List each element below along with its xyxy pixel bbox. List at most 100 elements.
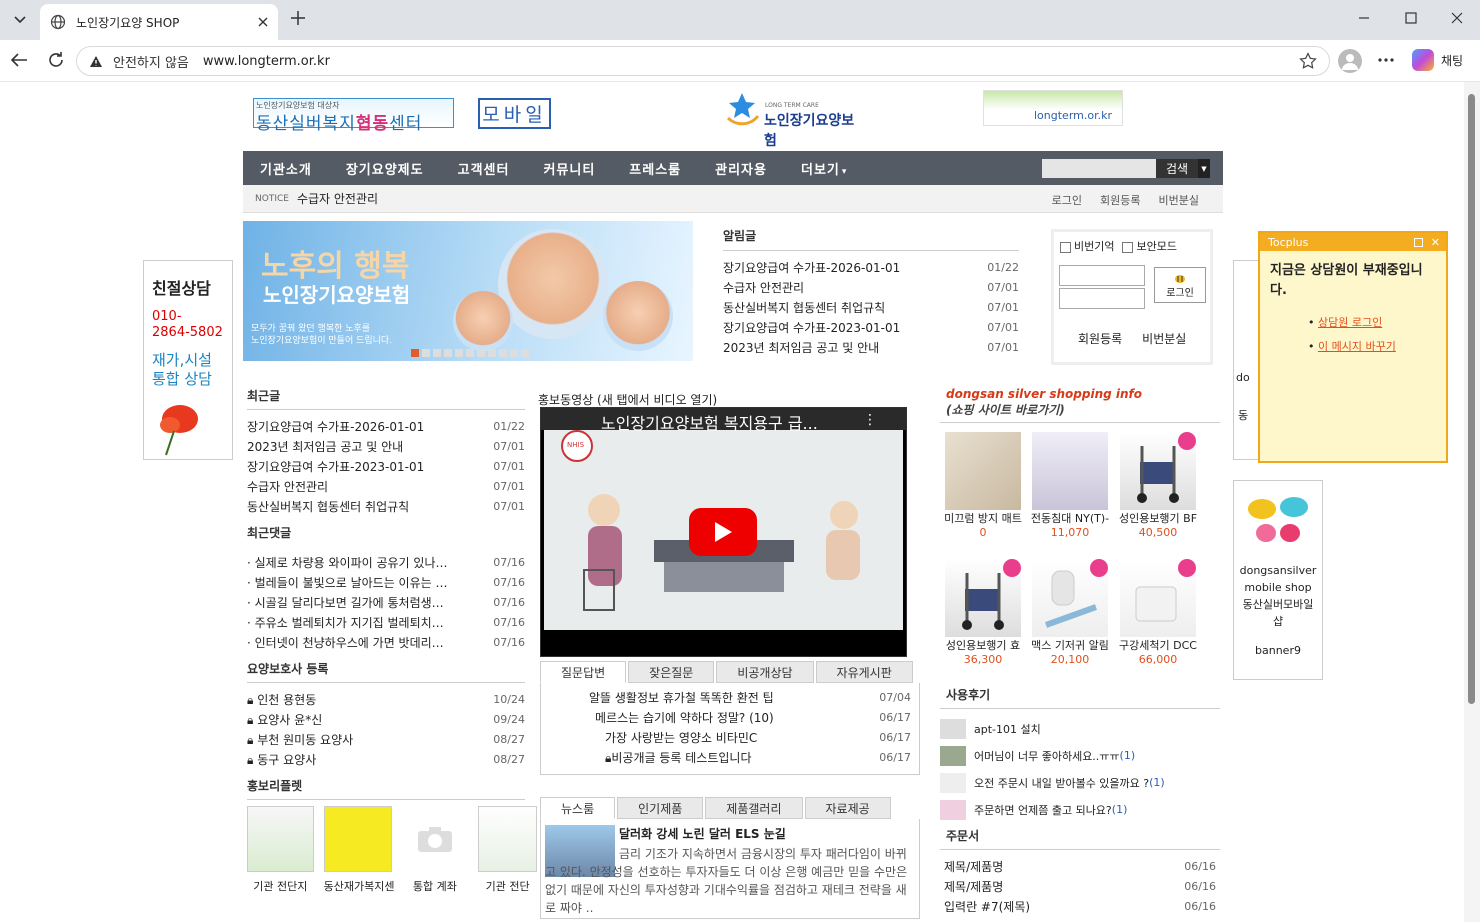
favorite-star-icon[interactable]	[1299, 52, 1317, 70]
maximize-icon[interactable]	[1405, 12, 1417, 24]
list-item[interactable]: • 상담원 로그인	[1308, 311, 1446, 335]
list-item[interactable]: • 이 메시지 바꾸기	[1308, 335, 1446, 359]
list-item[interactable]: 🔒︎ 동구 요양사 08/27	[247, 749, 525, 769]
notice-text[interactable]: 수급자 안전관리	[297, 190, 378, 207]
list-item[interactable]: 수급자 안전관리 07/01	[247, 476, 525, 496]
longterm-banner[interactable]: longterm.or.kr	[983, 90, 1123, 126]
tab-popular[interactable]: 인기제품	[617, 797, 704, 819]
hero-pager[interactable]	[411, 349, 529, 357]
copilot-icon[interactable]	[1412, 49, 1434, 71]
list-item[interactable]: 장기요양급여 수가표-2026-01-01 01/22	[247, 416, 525, 436]
close-tab-icon[interactable]	[258, 17, 268, 27]
mobile-shop-banner[interactable]: dongsansilver mobile shop 동산실버모바일샵 banne…	[1233, 480, 1323, 680]
copilot-chat-label[interactable]: 채팅	[1441, 52, 1463, 69]
profile-avatar-icon[interactable]	[1338, 49, 1362, 73]
search-button[interactable]: 검색	[1156, 159, 1198, 178]
list-item[interactable]: · 인터넷이 천냥하우스에 가면 밧데리… 07/16	[247, 632, 525, 652]
video-title[interactable]: 노인장기요양보험 복지용구 급...	[601, 410, 818, 434]
list-item[interactable]: 입력란 #7(제목) 06/16	[940, 896, 1220, 916]
list-item[interactable]: 🔒︎ 부천 원미동 요양사 08/27	[247, 729, 525, 749]
shop-title[interactable]: dongsan silver shopping info (쇼핑 사이트 바로가…	[940, 387, 1220, 423]
page-scrollbar[interactable]	[1464, 82, 1480, 922]
new-tab-icon[interactable]	[290, 10, 306, 26]
list-item[interactable]: 장기요양급여 수가표-2023-01-01 07/01	[723, 317, 1019, 337]
more-menu-icon[interactable]	[1378, 58, 1394, 62]
list-item[interactable]: 제목/제품명 06/16	[940, 876, 1220, 896]
security-label[interactable]: 안전하지 않음	[113, 52, 189, 71]
signup-link[interactable]: 회원등록	[1078, 330, 1122, 347]
list-item[interactable]: 🔒︎비공개글 등록 테스트입니다 06/17	[549, 747, 911, 767]
nav-item-community[interactable]: 커뮤니티	[526, 159, 612, 178]
remember-checkbox[interactable]: 비번기억	[1060, 238, 1114, 254]
play-icon[interactable]	[689, 508, 757, 556]
center-logo[interactable]: 노인장기요양보험 대상자 동산실버복지협동센터	[253, 98, 454, 134]
tab-list-icon[interactable]	[8, 8, 32, 32]
nav-item-system[interactable]: 장기요양제도	[329, 159, 441, 178]
list-item[interactable]: · 주유소 벌레퇴치가 지기집 벌레퇴치… 07/16	[247, 612, 525, 632]
product-card[interactable]: 맥스 기저귀 알림 20,100	[1028, 559, 1112, 666]
product-card[interactable]: 구강세척기 DCC 66,000	[1116, 559, 1200, 666]
nav-item-admin[interactable]: 관리자용	[698, 159, 784, 178]
nhis-channel-icon[interactable]: NHIS	[561, 430, 593, 462]
mobile-link[interactable]: 모바일	[478, 98, 551, 129]
nav-item-about[interactable]: 기관소개	[243, 159, 329, 178]
list-item[interactable]: apt-101 설치	[940, 715, 1220, 742]
chat-close-icon[interactable]: ✕	[1431, 236, 1440, 249]
browser-tab[interactable]: 노인장기요양 SHOP	[40, 4, 278, 40]
list-item[interactable]: 2023년 최저임금 공고 및 안내 07/01	[247, 436, 525, 456]
list-item[interactable]: · 실제로 차량용 와이파이 공유기 있나… 07/16	[247, 552, 525, 572]
list-item[interactable]: 동산실버복지 협동센터 취업규칙 07/01	[723, 297, 1019, 317]
list-item[interactable]: 수급자 안전관리 07/01	[723, 277, 1019, 297]
agent-login-link[interactable]: 상담원 로그인	[1318, 316, 1382, 329]
minimize-icon[interactable]	[1358, 12, 1370, 24]
list-item[interactable]: 어머님이 너무 좋아하세요..ㅠㅠ (1)	[940, 742, 1220, 769]
tab-news[interactable]: 뉴스룸	[540, 797, 616, 819]
nav-item-press[interactable]: 프레스룸	[612, 159, 698, 178]
consult-banner[interactable]: 친절상담 010- 2864-5802 재가,시설 통합 상담	[143, 260, 233, 460]
top-findpw-link[interactable]: 비번분실	[1159, 192, 1199, 208]
video-heading[interactable]: 홍보동영상 (새 탭에서 비디오 열기)	[538, 391, 717, 408]
list-item[interactable]: 🔒︎ 요양사 윤*신 09/24	[247, 709, 525, 729]
list-item[interactable]: 🔒︎ 인천 용현동 10/24	[247, 689, 525, 709]
product-card[interactable]: 미끄럼 방지 매트 0	[941, 432, 1025, 539]
list-item[interactable]: 주문하면 언제쯤 출고 되나요? (1)	[940, 796, 1220, 823]
tab-faq[interactable]: 잦은질문	[628, 661, 715, 683]
product-card[interactable]: 전동침대 NY(T)- 11,070	[1028, 432, 1112, 539]
video-more-icon[interactable]: ⋮	[863, 412, 877, 428]
nav-item-more[interactable]: 더보기 ▾	[784, 159, 864, 178]
list-item[interactable]: 장기요양급여 수가표-2023-01-01 07/01	[247, 456, 525, 476]
top-login-link[interactable]: 로그인	[1052, 192, 1082, 208]
leaflet-item[interactable]: 기관 전단지	[247, 806, 314, 894]
product-card[interactable]: 성인용보행기 효 36,300	[941, 559, 1025, 666]
search-input[interactable]	[1042, 159, 1156, 178]
login-button[interactable]: 로그인	[1154, 267, 1206, 303]
leaflet-item[interactable]: 기관 전단	[478, 806, 537, 894]
tab-gallery[interactable]: 제품갤러리	[705, 797, 803, 819]
product-card[interactable]: 성인용보행기 BF 40,500	[1116, 432, 1200, 539]
list-item[interactable]: 제목/제품명 06/16	[940, 856, 1220, 876]
news-headline[interactable]: 달러화 강세 노린 달러 ELS 눈길	[619, 825, 786, 842]
warning-icon[interactable]	[89, 55, 103, 68]
list-item[interactable]: · 벌레들이 불빛으로 날아드는 이유는 … 07/16	[247, 572, 525, 592]
url-field[interactable]: 안전하지 않음 www.longterm.or.kr	[76, 46, 1330, 76]
list-item[interactable]: · 시골길 달리다보면 길가에 통처럼생… 07/16	[247, 592, 525, 612]
hero-banner[interactable]: 노후의 행복 노인장기요양보험 모두가 꿈꿔 왔던 행복한 노후를 노인장기요양보…	[243, 221, 693, 361]
leaflet-item[interactable]: 통합 계좌	[402, 806, 469, 894]
list-item[interactable]: 오전 주문시 내일 받아볼수 있을까요 ? (1)	[940, 769, 1220, 796]
findpw-link[interactable]: 비번분실	[1142, 330, 1186, 347]
id-field[interactable]	[1059, 265, 1145, 286]
list-item[interactable]: 가장 사랑받는 영양소 비타민C 06/17	[549, 727, 911, 747]
ltc-logo[interactable]: LONG TERM CARE 노인장기요양보험	[722, 90, 867, 149]
chat-minimize-icon[interactable]	[1413, 237, 1423, 247]
list-item[interactable]: 장기요양급여 수가표-2026-01-01 01/22	[723, 257, 1019, 277]
list-item[interactable]: 2023년 최저임금 공고 및 안내 07/01	[723, 337, 1019, 357]
tab-private[interactable]: 비공개상담	[716, 661, 814, 683]
refresh-icon[interactable]	[47, 51, 65, 69]
change-message-link[interactable]: 이 메시지 바꾸기	[1318, 340, 1396, 353]
back-icon[interactable]	[10, 52, 28, 68]
promo-video[interactable]: NHIS 노인장기요양보험 복지용구 급... ⋮	[540, 407, 907, 657]
close-window-icon[interactable]	[1451, 12, 1463, 24]
list-item[interactable]: 메르스는 습기에 약하다 정말? (10) 06/17	[549, 707, 911, 727]
top-signup-link[interactable]: 회원등록	[1100, 192, 1140, 208]
tab-data[interactable]: 자료제공	[804, 797, 891, 819]
